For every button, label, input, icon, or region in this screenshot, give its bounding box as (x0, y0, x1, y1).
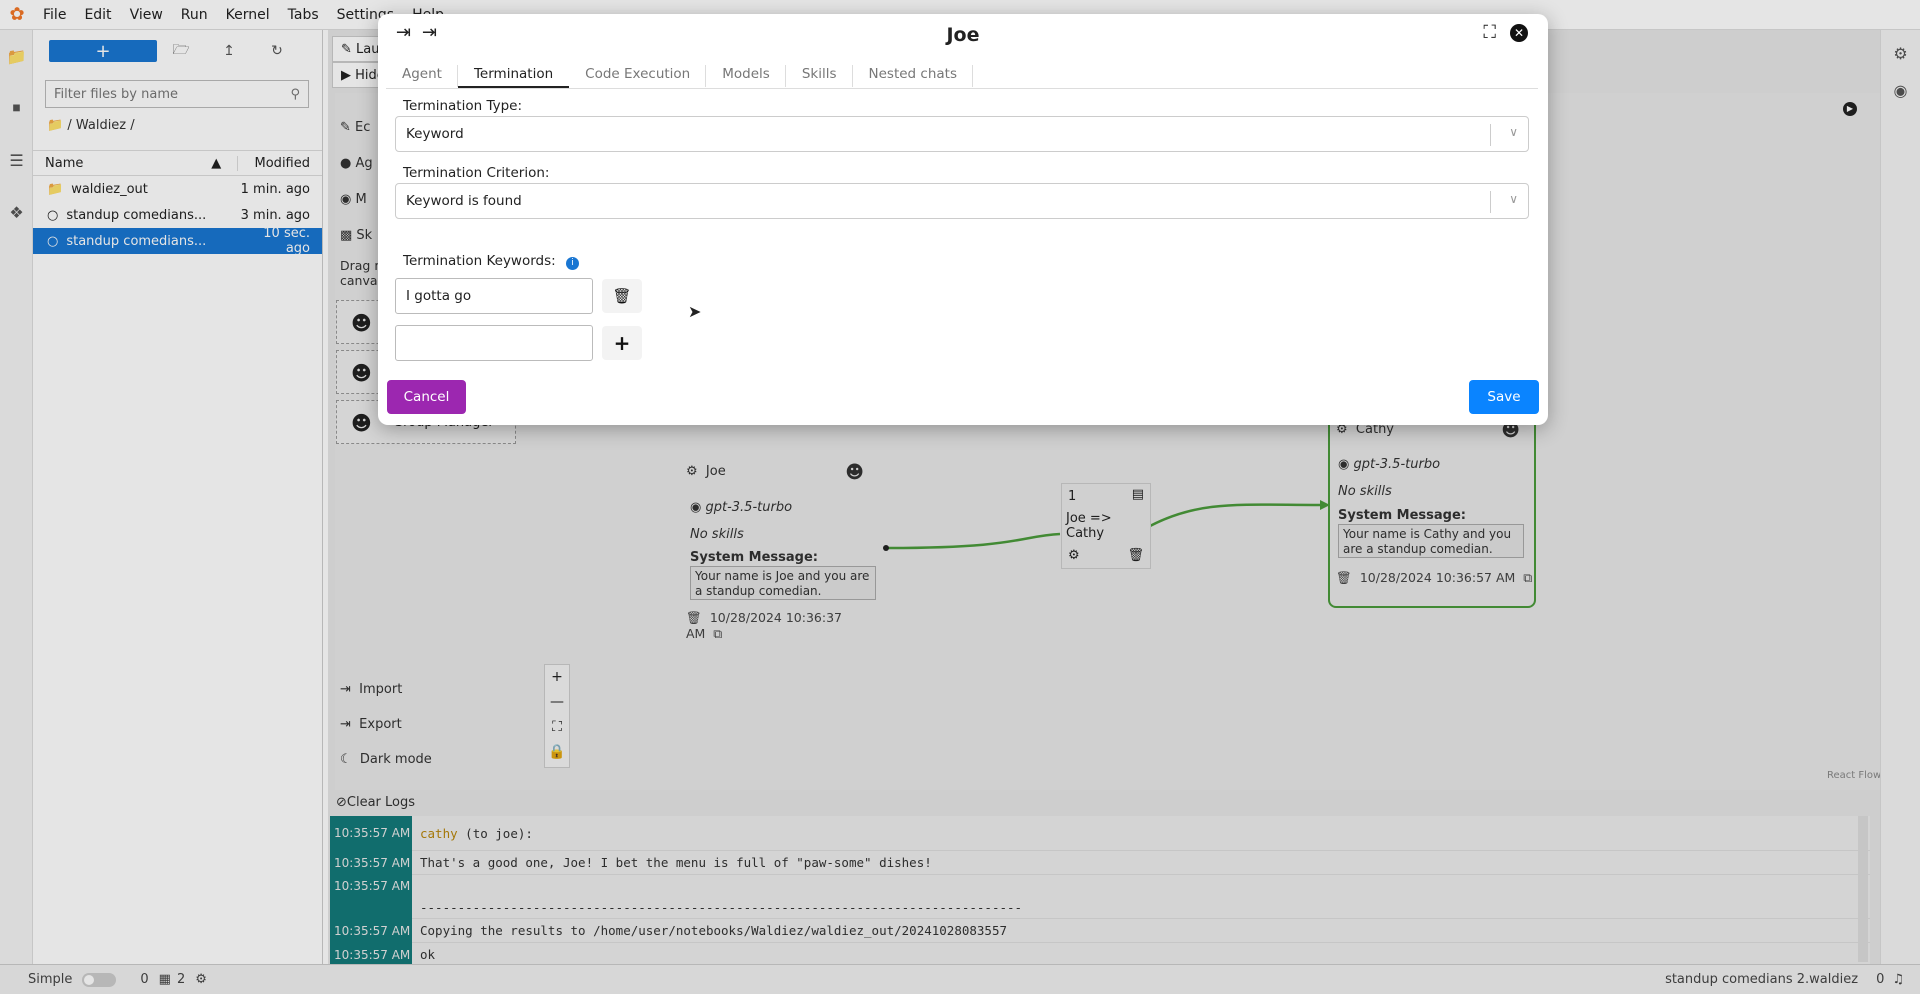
save-button[interactable]: Save (1469, 380, 1539, 414)
close-icon[interactable]: ✕ (1510, 24, 1528, 42)
tab-models[interactable]: Models (706, 59, 786, 88)
add-keyword-button[interactable]: + (602, 326, 642, 360)
keyword-input[interactable]: I gotta go (395, 278, 593, 314)
tab-code-execution[interactable]: Code Execution (569, 59, 707, 88)
chevron-down-icon: ∨ (1509, 125, 1518, 139)
info-icon[interactable]: i (566, 257, 579, 270)
cancel-button[interactable]: Cancel (387, 380, 466, 414)
termination-keywords-label: Termination Keywords: i (403, 253, 579, 270)
tab-label: Skills (801, 66, 837, 82)
agent-modal: ⇥ ⇥ Joe ⛶ ✕ Agent Termination Code Execu… (378, 14, 1548, 425)
tab-label: Nested chats (868, 66, 957, 82)
termination-type-select[interactable]: Keyword ∨ (395, 116, 1529, 152)
new-keyword-input[interactable] (395, 325, 593, 361)
keyword-value: I gotta go (406, 288, 472, 304)
tab-termination[interactable]: Termination (457, 59, 570, 88)
modal-tabs: Agent Termination Code Execution Models … (386, 59, 1538, 89)
termination-criterion-label: Termination Criterion: (403, 165, 550, 181)
delete-keyword-button[interactable]: 🗑 (602, 279, 642, 313)
tab-nested-chats[interactable]: Nested chats (853, 59, 973, 88)
tab-label: Models (722, 66, 770, 82)
modal-title: Joe (946, 24, 980, 46)
modal-header: ⇥ ⇥ Joe ⛶ ✕ (378, 14, 1548, 54)
chevron-down-icon: ∨ (1509, 192, 1518, 206)
tab-label: Code Execution (585, 66, 691, 82)
mouse-cursor-icon: ➤ (688, 302, 702, 321)
cancel-label: Cancel (403, 389, 450, 405)
fullscreen-icon[interactable]: ⛶ (1483, 22, 1496, 43)
tab-skills[interactable]: Skills (786, 59, 853, 88)
tab-label: Agent (402, 66, 442, 82)
termination-type-value: Keyword (406, 126, 464, 142)
trash-icon: 🗑 (612, 287, 632, 305)
termination-criterion-value: Keyword is found (406, 193, 522, 209)
tab-label: Termination (473, 66, 554, 82)
termination-type-label: Termination Type: (403, 98, 523, 114)
plus-icon: + (613, 331, 631, 355)
tab-agent[interactable]: Agent (386, 59, 458, 88)
keywords-label-text: Termination Keywords: (403, 253, 556, 269)
save-label: Save (1487, 389, 1521, 405)
termination-criterion-select[interactable]: Keyword is found ∨ (395, 183, 1529, 219)
